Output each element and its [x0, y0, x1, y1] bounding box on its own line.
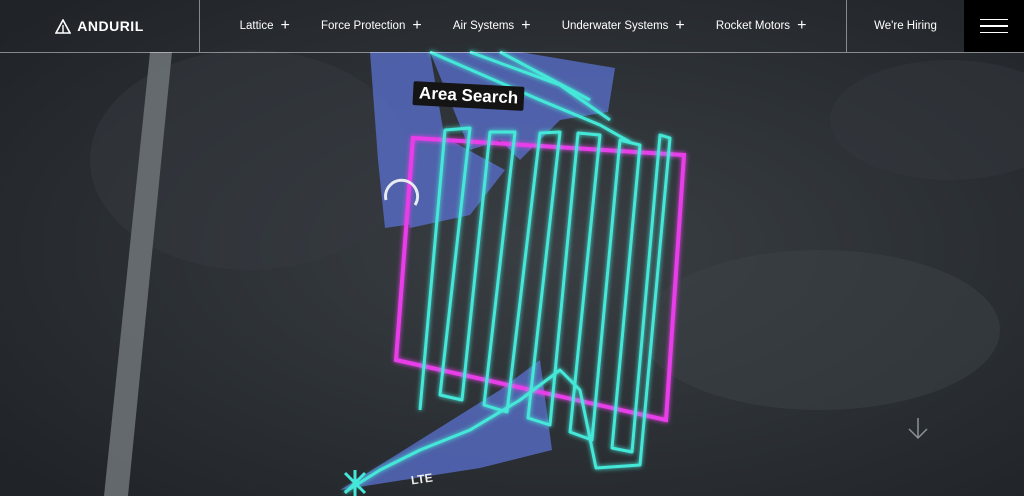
- nav-item-force-protection[interactable]: Force Protection +: [321, 18, 422, 34]
- plus-icon: +: [675, 17, 685, 34]
- nav-item-lattice[interactable]: Lattice +: [240, 18, 290, 34]
- plus-icon: +: [797, 17, 807, 34]
- hamburger-menu-icon[interactable]: [964, 0, 1024, 52]
- nav-item-rocket-motors[interactable]: Rocket Motors +: [716, 18, 806, 34]
- arrow-down-icon: [908, 418, 928, 440]
- brand-name: ANDURIL: [77, 18, 144, 34]
- hero-map-visual: Area Search LTE: [0, 0, 1024, 496]
- nav-item-label: Underwater Systems: [561, 20, 669, 32]
- mission-map-graphic: [0, 0, 1024, 496]
- main-menu: Lattice + Force Protection + Air Systems…: [200, 0, 846, 52]
- anduril-logo-icon: [55, 18, 72, 34]
- nav-item-label: Force Protection: [320, 20, 406, 32]
- plus-icon: +: [521, 17, 531, 34]
- nav-item-underwater-systems[interactable]: Underwater Systems +: [562, 18, 685, 34]
- brand-logo[interactable]: ANDURIL: [0, 0, 200, 52]
- nav-item-air-systems[interactable]: Air Systems +: [453, 18, 531, 34]
- nav-item-label: Air Systems: [452, 20, 515, 32]
- hiring-link[interactable]: We're Hiring: [846, 0, 964, 52]
- lte-label: LTE: [410, 470, 434, 488]
- plus-icon: +: [280, 17, 290, 34]
- plus-icon: +: [412, 17, 422, 34]
- nav-item-label: Lattice: [239, 20, 274, 32]
- top-navigation: ANDURIL Lattice + Force Protection + Air…: [0, 0, 1024, 53]
- nav-item-label: Rocket Motors: [715, 20, 791, 32]
